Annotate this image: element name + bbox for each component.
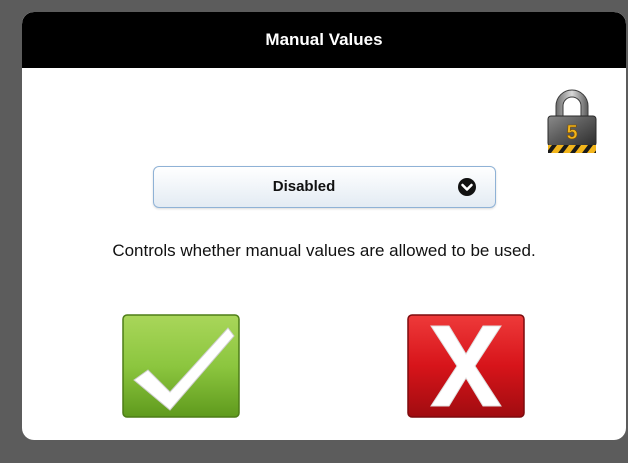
setting-description: Controls whether manual values are allow…	[112, 241, 536, 260]
lock-icon: 5	[542, 88, 602, 154]
manual-values-select[interactable]: Disabled	[153, 166, 496, 208]
dialog-titlebar: Manual Values	[22, 12, 626, 68]
select-value: Disabled	[272, 178, 336, 195]
close-icon	[407, 314, 525, 418]
dialog-title: Manual Values	[265, 30, 383, 49]
chevron-down-icon	[457, 177, 477, 197]
manual-values-dialog: Manual Values 5 Disabled Controls whethe…	[22, 12, 626, 440]
confirm-button[interactable]	[122, 314, 240, 418]
cancel-button[interactable]	[407, 314, 525, 418]
checkmark-icon	[122, 314, 240, 418]
lock-level-label: 5	[566, 122, 577, 144]
